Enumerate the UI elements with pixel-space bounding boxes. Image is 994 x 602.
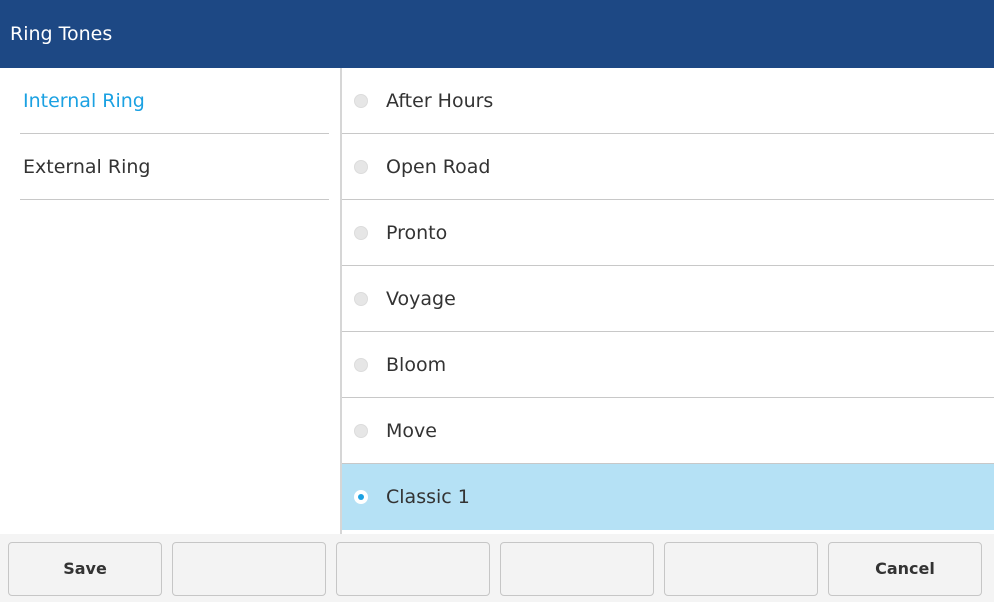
radio-unchecked-icon[interactable] <box>354 160 368 174</box>
softkey-5-button[interactable] <box>664 542 818 596</box>
softkey-2-button[interactable] <box>172 542 326 596</box>
ring-tone-label: Bloom <box>386 354 447 376</box>
ring-tone-classic-1[interactable]: Classic 1 <box>342 464 994 530</box>
radio-unchecked-icon[interactable] <box>354 292 368 306</box>
ring-tone-list: After Hours Open Road Pronto Voyage Bloo… <box>342 68 994 534</box>
radio-unchecked-icon[interactable] <box>354 424 368 438</box>
ring-tone-label: Classic 1 <box>386 486 470 508</box>
radio-checked-icon[interactable] <box>354 490 368 504</box>
page-title: Ring Tones <box>0 0 994 68</box>
radio-unchecked-icon[interactable] <box>354 358 368 372</box>
ring-tones-screen: Ring Tones Internal Ring External Ring A… <box>0 0 994 602</box>
category-list: Internal Ring External Ring <box>0 68 340 534</box>
category-external-ring[interactable]: External Ring <box>20 134 329 200</box>
softkey-bar: Save Cancel <box>0 534 994 602</box>
cancel-button[interactable]: Cancel <box>828 542 982 596</box>
ring-tone-pronto[interactable]: Pronto <box>342 200 994 266</box>
save-button[interactable]: Save <box>8 542 162 596</box>
ring-tone-label: After Hours <box>386 90 494 112</box>
ring-tone-open-road[interactable]: Open Road <box>342 134 994 200</box>
softkey-4-button[interactable] <box>500 542 654 596</box>
category-internal-ring[interactable]: Internal Ring <box>20 68 329 134</box>
ring-tone-label: Voyage <box>386 288 456 310</box>
ring-tone-bloom[interactable]: Bloom <box>342 332 994 398</box>
ring-tone-voyage[interactable]: Voyage <box>342 266 994 332</box>
radio-unchecked-icon[interactable] <box>354 226 368 240</box>
softkey-3-button[interactable] <box>336 542 490 596</box>
ring-tone-label: Move <box>386 420 437 442</box>
ring-tone-move[interactable]: Move <box>342 398 994 464</box>
ring-tone-after-hours[interactable]: After Hours <box>342 68 994 134</box>
radio-unchecked-icon[interactable] <box>354 94 368 108</box>
ring-tone-label: Pronto <box>386 222 448 244</box>
ring-tone-label: Open Road <box>386 156 491 178</box>
